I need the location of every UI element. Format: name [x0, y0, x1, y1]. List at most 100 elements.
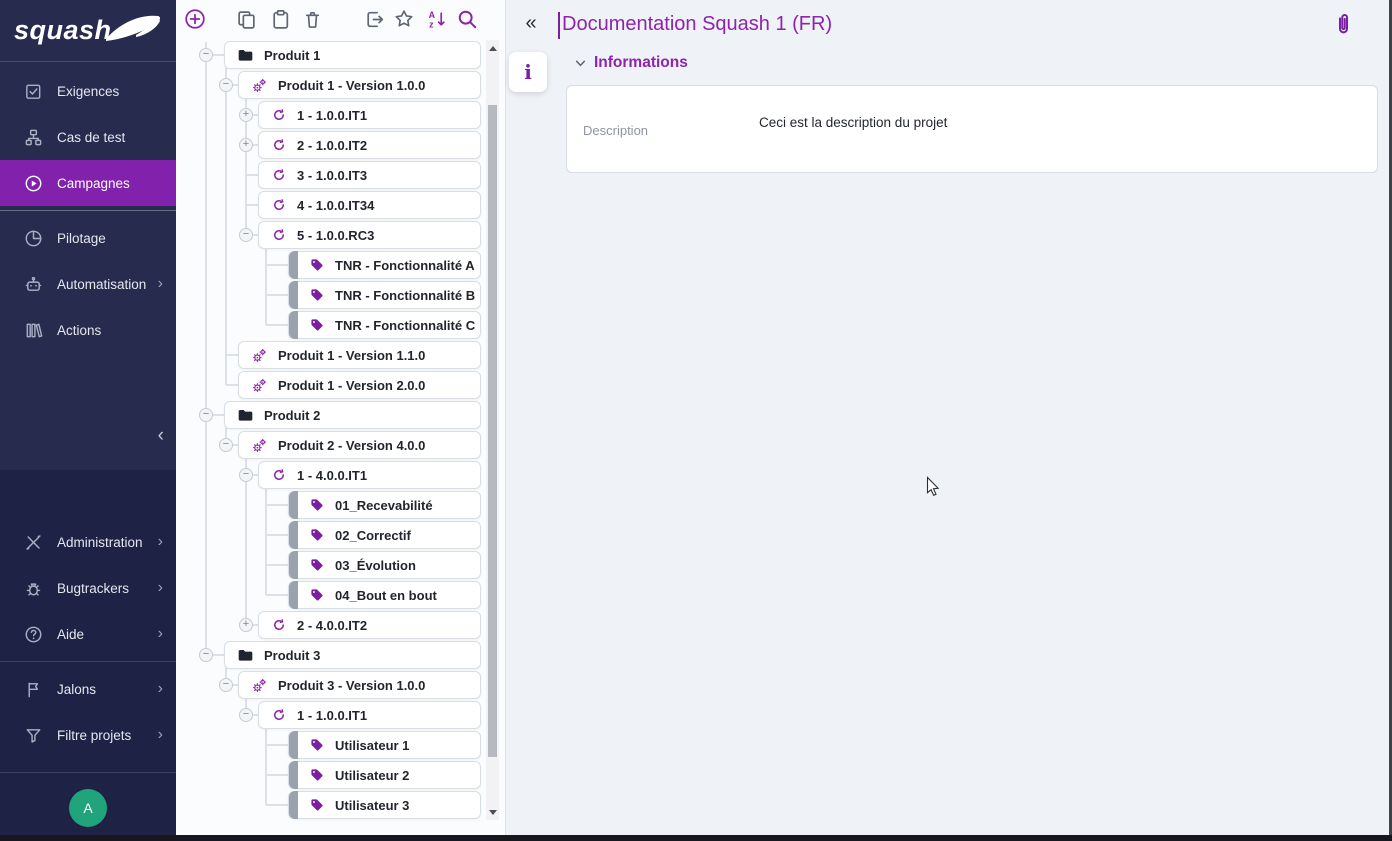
tree-node-suite[interactable]: TNR - Fonctionnalité B: [288, 281, 481, 309]
tree-node-suite[interactable]: 01_Recevabilité: [288, 491, 481, 519]
gears-icon: [251, 377, 268, 394]
tree-node-iteration[interactable]: 1 - 1.0.0.IT1: [258, 701, 481, 729]
tree-node-suite[interactable]: 02_Correctif: [288, 521, 481, 549]
tab-information[interactable]: i: [509, 52, 547, 92]
sidebar-item-actions[interactable]: Actions: [0, 307, 176, 353]
sidebar: squash ExigencesCas de testCampagnes Pilo…: [0, 0, 176, 841]
squash-logo[interactable]: squash: [0, 0, 176, 62]
tree-node-label: 01_Recevabilité: [335, 498, 433, 513]
tree-scrollbar[interactable]: [486, 40, 499, 820]
tree-node-suite[interactable]: 04_Bout en bout: [288, 581, 481, 609]
tree-node-label: 2 - 4.0.0.IT2: [297, 618, 367, 633]
tree-connector: [266, 594, 288, 596]
tree-node-label: Utilisateur 3: [335, 798, 409, 813]
sidebar-item-campagnes[interactable]: Campagnes: [0, 160, 176, 206]
delete-button[interactable]: [299, 6, 325, 32]
tree-connector: [245, 458, 247, 625]
tree-node-suite[interactable]: 03_Évolution: [288, 551, 481, 579]
scroll-down-button[interactable]: [486, 804, 499, 820]
tree-node-version[interactable]: Produit 1 - Version 1.1.0: [238, 341, 481, 369]
tree-node-label: Produit 1 - Version 1.1.0: [278, 348, 425, 363]
information-icon: i: [524, 60, 532, 84]
tree-node-toggle[interactable]: −: [199, 408, 213, 422]
gears-icon: [251, 677, 268, 694]
paste-button[interactable]: [267, 6, 293, 32]
sidebar-item-jalons[interactable]: Jalons›: [0, 666, 176, 712]
tree-node-toggle[interactable]: −: [219, 78, 233, 92]
sidebar-item-cas-de-test[interactable]: Cas de test: [0, 114, 176, 160]
tree-node-iteration[interactable]: 1 - 4.0.0.IT1: [258, 461, 481, 489]
tree-node-iteration[interactable]: 2 - 1.0.0.IT2: [258, 131, 481, 159]
tree-node-folder[interactable]: Produit 2: [224, 401, 481, 429]
iteration-icon: [271, 167, 287, 183]
scrollbar-thumb[interactable]: [488, 105, 497, 757]
iteration-icon: [271, 467, 287, 483]
sidebar-item-filtre-projets[interactable]: Filtre projets›: [0, 712, 176, 758]
export-button[interactable]: [361, 6, 387, 32]
tree-node-toggle[interactable]: +: [239, 618, 253, 632]
tree-node-toggle[interactable]: −: [199, 48, 213, 62]
user-avatar[interactable]: A: [69, 789, 107, 827]
tree-node-suite[interactable]: TNR - Fonctionnalité A: [288, 251, 481, 279]
sidebar-item-aide[interactable]: Aide›: [0, 611, 176, 657]
folder-icon: [237, 647, 254, 664]
tree-connector: [226, 354, 238, 356]
tree-node-suite[interactable]: Utilisateur 3: [288, 791, 481, 819]
help-icon: [23, 624, 43, 644]
collapse-tree-button[interactable]: «: [518, 10, 544, 36]
tree-node-label: Produit 1: [264, 48, 320, 63]
screen-bottom-edge: [0, 835, 1392, 841]
sidebar-nav-top: ExigencesCas de testCampagnes Pilotage Aut…: [0, 68, 176, 353]
sidebar-collapse-chevron[interactable]: ‹: [158, 426, 164, 445]
description-value[interactable]: Ceci est la description du projet: [759, 115, 947, 130]
sidebar-item-administration[interactable]: Administration›: [0, 519, 176, 565]
tree-node-iteration[interactable]: 4 - 1.0.0.IT34: [258, 191, 481, 219]
tree-connector: [225, 68, 227, 385]
favorite-button[interactable]: [391, 6, 417, 32]
sidebar-item-exigences[interactable]: Exigences: [0, 68, 176, 114]
scroll-up-button[interactable]: [486, 40, 499, 56]
tree-node-toggle[interactable]: −: [239, 708, 253, 722]
tree-node-suite[interactable]: Utilisateur 2: [288, 761, 481, 789]
search-button[interactable]: [454, 6, 480, 32]
tree-node-version[interactable]: Produit 3 - Version 1.0.0: [238, 671, 481, 699]
tree-node-toggle[interactable]: +: [239, 138, 253, 152]
tree-node-toggle[interactable]: −: [219, 438, 233, 452]
tree-node-suite[interactable]: TNR - Fonctionnalité C: [288, 311, 481, 339]
attachment-button[interactable]: [1328, 8, 1358, 42]
tree-node-iteration[interactable]: 2 - 4.0.0.IT2: [258, 611, 481, 639]
tree-node-version[interactable]: Produit 1 - Version 1.0.0: [238, 71, 481, 99]
tree-node-toggle[interactable]: −: [239, 468, 253, 482]
tree-node-version[interactable]: Produit 1 - Version 2.0.0: [238, 371, 481, 399]
sort-az-button[interactable]: Az: [423, 6, 449, 32]
tree-node-folder[interactable]: Produit 3: [224, 641, 481, 669]
sidebar-item-bugtrackers[interactable]: Bugtrackers›: [0, 565, 176, 611]
tree-node-suite[interactable]: Utilisateur 1: [288, 731, 481, 759]
page-title[interactable]: Documentation Squash 1 (FR): [562, 13, 832, 36]
sidebar-item-automatisation[interactable]: Automatisation›: [0, 261, 176, 307]
tree-node-iteration[interactable]: 3 - 1.0.0.IT3: [258, 161, 481, 189]
copy-button[interactable]: [233, 6, 259, 32]
tag-icon: [309, 287, 325, 303]
sidebar-item-label: Actions: [57, 323, 101, 338]
tree-node-version[interactable]: Produit 2 - Version 4.0.0: [238, 431, 481, 459]
tree-node-label: TNR - Fonctionnalité A: [335, 258, 475, 273]
tree-node-toggle[interactable]: −: [239, 228, 253, 242]
tree-connector: [265, 728, 267, 805]
sidebar-item-pilotage[interactable]: Pilotage: [0, 215, 176, 261]
delete-icon: [302, 9, 323, 30]
tree-node-label: 1 - 1.0.0.IT1: [297, 708, 367, 723]
tree-node-iteration[interactable]: 1 - 1.0.0.IT1: [258, 101, 481, 129]
tree-node-toggle[interactable]: +: [239, 108, 253, 122]
tree-node-label: 1 - 1.0.0.IT1: [297, 108, 367, 123]
tree-node-label: Produit 2 - Version 4.0.0: [278, 438, 425, 453]
add-button[interactable]: [182, 6, 208, 32]
tree-node-toggle[interactable]: −: [199, 648, 213, 662]
sidebar-item-label: Pilotage: [57, 231, 106, 246]
tree-node-toggle[interactable]: −: [219, 678, 233, 692]
iteration-icon: [271, 137, 287, 153]
tree-node-folder[interactable]: Produit 1: [224, 41, 481, 69]
tree-node-label: Produit 2: [264, 408, 320, 423]
tree-node-iteration[interactable]: 5 - 1.0.0.RC3: [258, 221, 481, 249]
informations-section-header[interactable]: Informations: [574, 54, 688, 72]
